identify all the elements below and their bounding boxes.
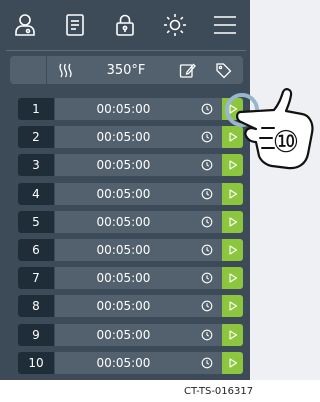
- play-icon: [228, 217, 237, 227]
- timer-row: 4 00:05:00: [18, 182, 243, 205]
- timer-row: 9 00:05:00: [18, 323, 243, 346]
- heat-icon: [58, 63, 72, 77]
- timer-row: 8 00:05:00: [18, 295, 243, 318]
- timer-time[interactable]: 00:05:00: [55, 98, 192, 120]
- timer-row: 6 00:05:00: [18, 239, 243, 261]
- brightness-button[interactable]: [150, 0, 200, 50]
- tag-button[interactable]: [205, 56, 241, 84]
- timer-number: 7: [18, 267, 54, 290]
- timer-time[interactable]: 00:05:00: [55, 182, 192, 205]
- timer-row: 3 00:05:00: [18, 154, 243, 177]
- user-button[interactable]: [0, 0, 50, 50]
- timer-number: 1: [18, 98, 54, 120]
- clock-icon: [201, 357, 213, 369]
- play-icon: [228, 245, 237, 255]
- temperature-display: 350°F: [106, 62, 146, 78]
- toolbar-divider: [6, 50, 246, 51]
- timer-time[interactable]: 00:05:00: [55, 126, 192, 149]
- reference-code: CT-TS-016317: [184, 386, 254, 397]
- pointing-hand-callout: ⑩: [225, 88, 314, 170]
- play-icon: [228, 273, 237, 283]
- timer-number: 4: [18, 182, 54, 205]
- timer-clock-button[interactable]: [192, 98, 222, 120]
- heat-indicator: [47, 56, 83, 84]
- timer-time[interactable]: 00:05:00: [55, 210, 192, 233]
- status-blank: [10, 56, 46, 84]
- play-icon: [228, 358, 237, 368]
- timer-start-button[interactable]: [222, 210, 243, 233]
- clock-icon: [201, 216, 213, 228]
- timer-number: 9: [18, 323, 54, 346]
- timer-number: 5: [18, 210, 54, 233]
- timer-number: 2: [18, 126, 54, 149]
- timer-row: 2 00:05:00: [18, 126, 243, 149]
- control-panel: 350°F 1 00:05:00 2 00:05:00 3 00:05:00 4 00:05:…: [0, 0, 250, 380]
- timer-time[interactable]: 00:05:00: [55, 239, 192, 261]
- timer-time[interactable]: 00:05:00: [55, 267, 192, 290]
- timer-start-button[interactable]: [222, 239, 243, 261]
- timer-time[interactable]: 00:05:00: [55, 351, 192, 374]
- clock-icon: [201, 244, 213, 256]
- timer-number: 6: [18, 239, 54, 261]
- timer-clock-button[interactable]: [192, 154, 222, 177]
- timer-number: 8: [18, 295, 54, 318]
- recipe-button[interactable]: [50, 0, 100, 50]
- timer-row: 10 00:05:00: [18, 351, 243, 374]
- timer-time[interactable]: 00:05:00: [55, 295, 192, 318]
- status-bar: 350°F: [10, 56, 243, 84]
- menu-icon: [214, 16, 236, 34]
- timer-row: 5 00:05:00: [18, 210, 243, 233]
- timer-start-button[interactable]: [222, 323, 243, 346]
- edit-icon: [179, 63, 196, 78]
- timer-start-button[interactable]: [222, 267, 243, 290]
- timer-clock-button[interactable]: [192, 351, 222, 374]
- menu-button[interactable]: [200, 0, 250, 50]
- clock-icon: [201, 329, 213, 340]
- timer-number: 10: [18, 351, 54, 374]
- timer-start-button[interactable]: [222, 351, 243, 374]
- background-area: [250, 0, 320, 380]
- lock-button[interactable]: [100, 0, 150, 50]
- timer-clock-button[interactable]: [192, 323, 222, 346]
- edit-button[interactable]: [169, 56, 205, 84]
- play-icon: [228, 301, 237, 311]
- timer-clock-button[interactable]: [192, 267, 222, 290]
- user-icon: [15, 14, 35, 36]
- clock-icon: [201, 131, 213, 143]
- timer-clock-button[interactable]: [192, 295, 222, 318]
- play-icon: [228, 189, 237, 199]
- timer-row: 7 00:05:00: [18, 267, 243, 290]
- timer-row: 1 00:05:00: [18, 98, 243, 120]
- recipe-icon: [66, 14, 84, 36]
- tag-icon: [215, 62, 231, 78]
- clock-icon: [201, 272, 213, 284]
- clock-icon: [201, 188, 213, 199]
- timer-clock-button[interactable]: [192, 182, 222, 205]
- timer-clock-button[interactable]: [192, 126, 222, 149]
- timer-start-button[interactable]: [222, 182, 243, 205]
- timer-clock-button[interactable]: [192, 210, 222, 233]
- clock-icon: [201, 301, 213, 312]
- play-icon: [228, 330, 237, 340]
- top-toolbar: [0, 0, 250, 50]
- timer-clock-button[interactable]: [192, 239, 222, 261]
- timer-time[interactable]: 00:05:00: [55, 154, 192, 177]
- timer-number: 3: [18, 154, 54, 177]
- clock-icon: [201, 103, 213, 115]
- callout-number: ⑩: [273, 125, 300, 160]
- lock-icon: [116, 14, 134, 36]
- clock-icon: [201, 160, 213, 171]
- timer-time[interactable]: 00:05:00: [55, 323, 192, 346]
- brightness-icon: [164, 14, 186, 36]
- timer-start-button[interactable]: [222, 295, 243, 318]
